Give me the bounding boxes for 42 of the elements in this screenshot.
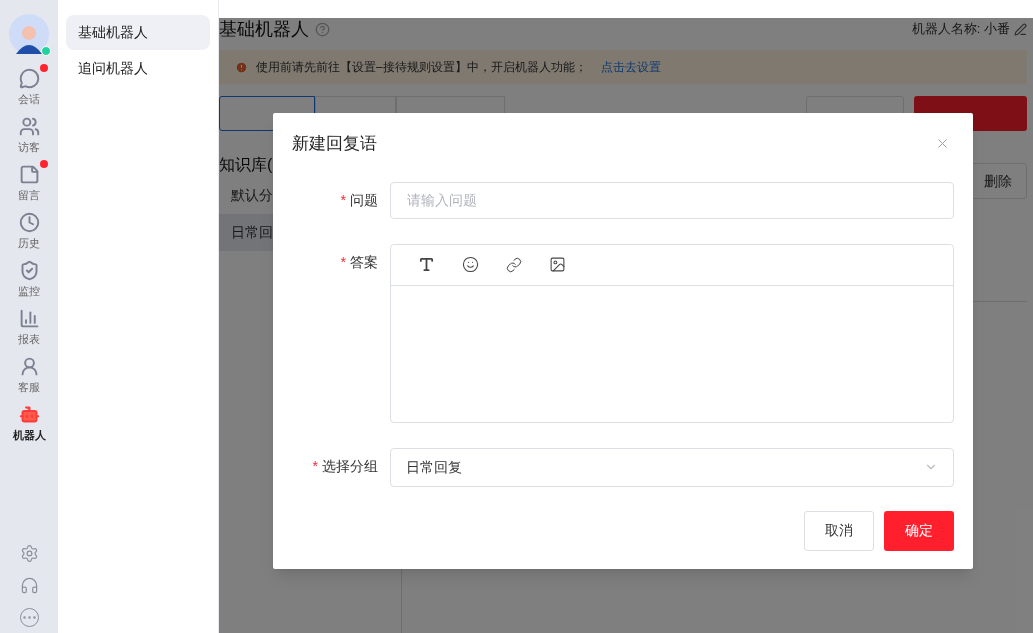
confirm-button[interactable]: 确定 <box>884 510 954 551</box>
link-icon[interactable] <box>506 256 522 273</box>
text-format-icon[interactable] <box>418 256 435 273</box>
settings-icon[interactable] <box>19 544 39 563</box>
chat-bubble-icon <box>18 68 40 89</box>
robot-name-text: 机器人名称: 小番 <box>911 20 1010 39</box>
knowledge-base-title: 知识库( <box>219 155 274 175</box>
help-icon[interactable] <box>315 21 330 37</box>
emoji-icon[interactable] <box>462 256 479 273</box>
page-title: 基础机器人 <box>219 17 309 41</box>
settings-link[interactable]: 点击去设置 <box>600 58 661 76</box>
notice-text: 使用前请先前往【设置–接待规则设置】中，开启机器人功能； <box>256 59 587 76</box>
warning-icon <box>235 60 248 74</box>
field-label: 选择分组 <box>322 456 378 476</box>
nav-rail-item[interactable]: 监控 <box>4 260 54 299</box>
nav-rail-item[interactable]: 机器人 <box>4 404 54 443</box>
robot-icon <box>18 404 40 425</box>
nav-rail-item[interactable]: 报表 <box>4 308 54 347</box>
headset-icon[interactable] <box>19 576 39 595</box>
field-label: 问题 <box>350 190 378 210</box>
nav-rail-item[interactable]: 留言 <box>4 164 54 203</box>
note-icon <box>18 164 40 185</box>
sub-sidebar-item[interactable]: 基础机器人 <box>66 15 210 50</box>
group-select[interactable]: 日常回复 <box>390 447 954 487</box>
sub-sidebar-item[interactable]: 追问机器人 <box>66 51 210 86</box>
image-icon[interactable] <box>549 256 566 273</box>
edit-icon[interactable] <box>1014 22 1027 36</box>
required-mark: * <box>340 252 346 272</box>
dialog-title: 新建回复语 <box>292 133 377 155</box>
required-mark: * <box>340 190 346 210</box>
nav-rail-item[interactable]: 历史 <box>4 212 54 251</box>
bar-chart-icon <box>18 308 40 329</box>
nav-rail-item[interactable]: 会话 <box>4 68 54 107</box>
clock-icon <box>18 212 40 233</box>
users-icon <box>18 116 40 137</box>
cancel-button[interactable]: 取消 <box>804 510 874 551</box>
field-label: 答案 <box>350 252 378 272</box>
nav-rail-item[interactable]: 访客 <box>4 116 54 155</box>
avatar[interactable] <box>9 14 49 54</box>
required-mark: * <box>312 456 318 476</box>
question-input-field[interactable]: 请输入问题 <box>390 181 954 219</box>
nav-rail-item[interactable]: 客服 <box>4 356 54 395</box>
